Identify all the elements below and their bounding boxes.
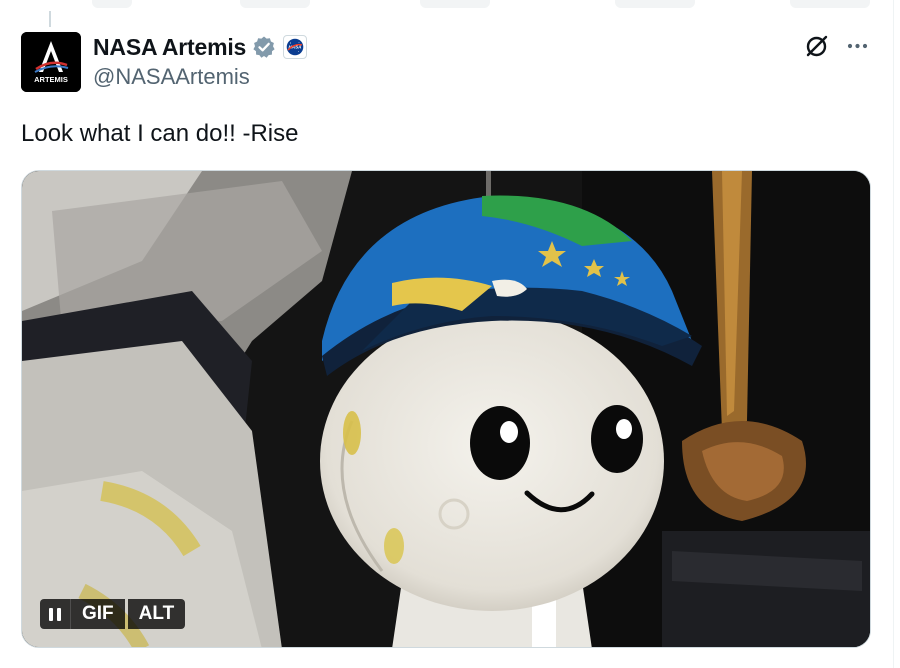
gif-badge: GIF — [70, 599, 125, 629]
author-display-name[interactable]: NASA Artemis — [93, 34, 246, 61]
previous-action-shadow — [240, 0, 310, 8]
pause-bar — [49, 607, 53, 621]
pause-bar — [57, 607, 61, 621]
avatar-wordmark: ARTEMIS — [34, 75, 68, 84]
alt-text-button[interactable]: ALT — [127, 599, 186, 629]
post-view: ARTEMIS NASA Artemis NASA @NASAArtemis L… — [0, 0, 900, 668]
gif-frame-plush-toy — [22, 171, 870, 647]
grok-icon[interactable] — [804, 33, 830, 59]
previous-post-edge — [0, 0, 893, 14]
avatar[interactable]: ARTEMIS — [21, 32, 81, 92]
thread-connector-line — [49, 11, 51, 27]
column-divider — [893, 0, 894, 668]
pause-icon[interactable] — [40, 599, 70, 629]
verified-badge-icon[interactable] — [252, 35, 276, 59]
gif-media[interactable]: GIF ALT — [21, 170, 871, 648]
author-name-row[interactable]: NASA Artemis NASA — [93, 33, 308, 61]
previous-action-shadow — [615, 0, 695, 8]
author-handle[interactable]: @NASAArtemis — [93, 64, 250, 90]
previous-action-shadow — [420, 0, 490, 8]
media-controls: GIF ALT — [40, 599, 186, 629]
previous-action-shadow — [92, 0, 132, 8]
more-icon[interactable] — [845, 33, 871, 59]
post-text: Look what I can do!! -Rise — [21, 120, 299, 147]
previous-action-shadow — [790, 0, 870, 8]
artemis-logo-icon: ARTEMIS — [21, 32, 81, 92]
nasa-meatball-icon[interactable]: NASA — [283, 35, 308, 59]
